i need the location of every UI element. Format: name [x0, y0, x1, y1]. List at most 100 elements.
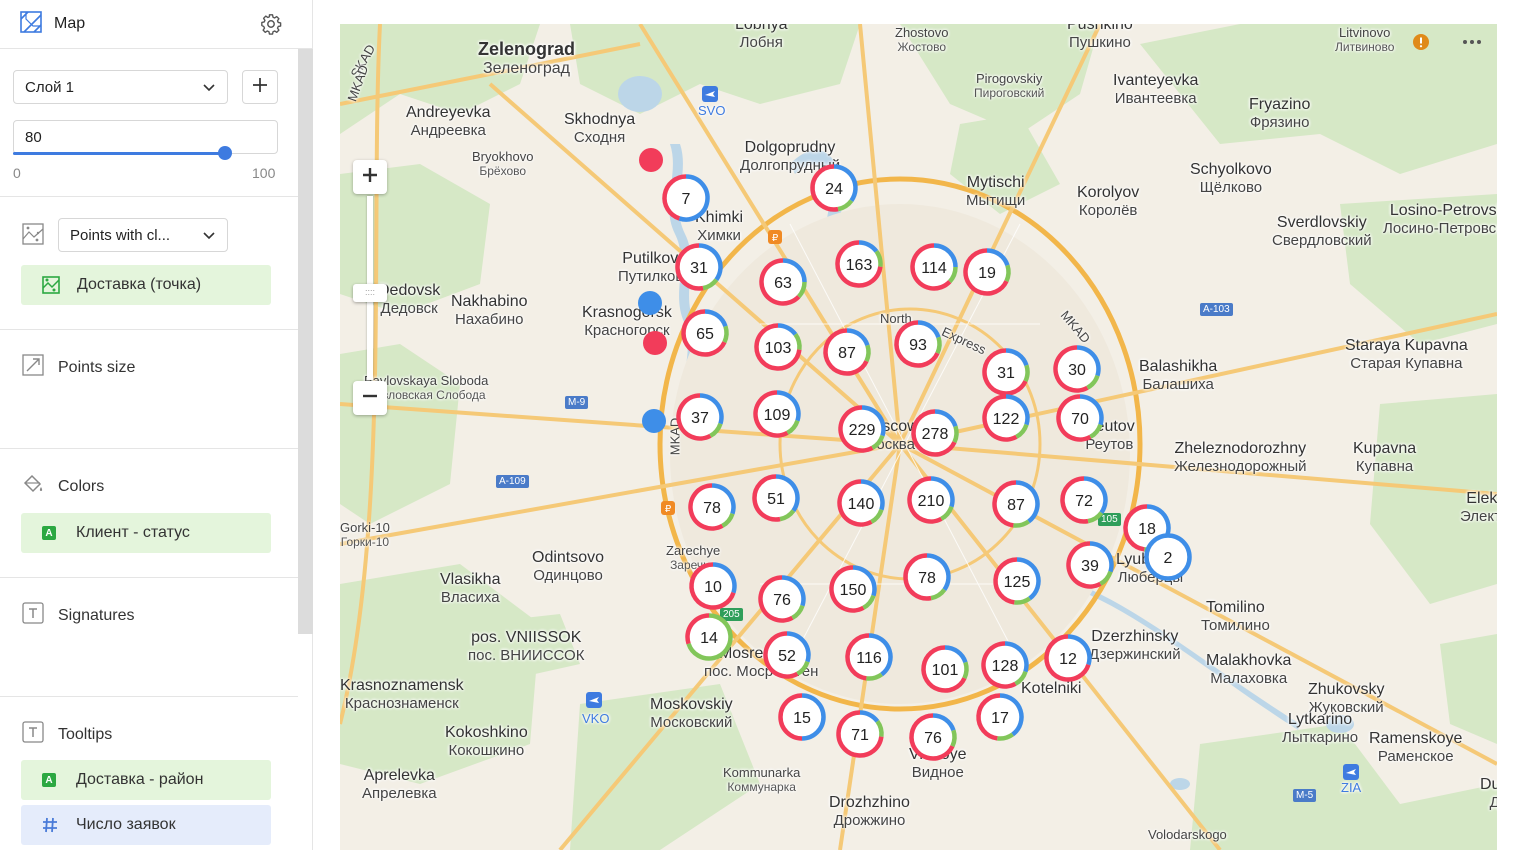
viz-type-value: Points with cl... [70, 226, 171, 244]
cluster-marker[interactable]: 24 [810, 164, 858, 212]
cluster-marker[interactable]: 116 [845, 633, 893, 681]
cluster-count: 31 [997, 365, 1015, 382]
cluster-marker[interactable]: 278 [911, 409, 959, 457]
sidebar: Map Слой 1 80 0 100 Points with cl... До… [0, 0, 313, 850]
tooltip-field-chip-district[interactable]: A Доставка - район [21, 760, 271, 800]
cluster-count: 39 [1081, 558, 1099, 575]
cluster-marker[interactable]: 210 [907, 476, 955, 524]
cluster-count: 17 [991, 710, 1009, 727]
cluster-count: 128 [992, 658, 1019, 675]
cluster-marker[interactable]: 76 [758, 575, 806, 623]
paint-bucket-icon [22, 473, 58, 500]
cluster-marker[interactable]: 37 [676, 393, 724, 441]
sidebar-scrollbar[interactable] [298, 49, 313, 634]
cluster-layer: 7243163163 114 1965103 87 9331 3037 109229 2781… [638, 148, 1192, 761]
cluster-marker[interactable]: 19 [963, 248, 1011, 296]
cluster-marker[interactable]: 70 [1056, 394, 1104, 442]
cluster-marker[interactable]: 63 [759, 258, 807, 306]
cluster-marker[interactable]: 87 [823, 328, 871, 376]
layer-select[interactable]: Слой 1 [13, 70, 228, 104]
geopoint-field-icon [42, 276, 60, 294]
colors-field-chip[interactable]: A Клиент - статус [21, 513, 271, 553]
zoom-out-button[interactable] [353, 381, 387, 415]
plus-icon [252, 77, 268, 98]
cluster-count: 116 [856, 650, 882, 667]
cluster-count: 114 [921, 260, 947, 277]
cluster-marker[interactable]: 65 [681, 309, 729, 357]
single-point-marker[interactable] [639, 148, 663, 172]
cluster-marker[interactable]: 52 [763, 631, 811, 679]
more-options-icon[interactable] [1461, 34, 1483, 52]
colors-header: Colors [22, 473, 104, 500]
cluster-count: 72 [1075, 493, 1093, 510]
cluster-marker[interactable]: 229 [838, 405, 886, 453]
cluster-marker[interactable]: 78 [903, 553, 951, 601]
cluster-marker[interactable]: 14 [685, 613, 733, 661]
cluster-count: 15 [793, 710, 811, 727]
cluster-count: 78 [703, 500, 721, 517]
cluster-marker[interactable]: 87 [992, 480, 1040, 528]
viz-type-select[interactable]: Points with cl... [58, 218, 228, 252]
cluster-count: 70 [1071, 411, 1089, 428]
opacity-max-label: 100 [252, 165, 276, 181]
cluster-marker[interactable]: 109 [753, 390, 801, 438]
cluster-marker[interactable]: 78 [688, 483, 736, 531]
cluster-count: 14 [700, 630, 718, 647]
cluster-marker[interactable]: 93 [894, 320, 942, 368]
opacity-slider-knob[interactable] [218, 146, 233, 160]
cluster-marker[interactable]: 12 [1044, 634, 1092, 682]
gear-icon[interactable] [260, 13, 282, 40]
chevron-down-icon [202, 80, 216, 98]
cluster-marker[interactable]: 114 [910, 243, 958, 291]
tooltip-field-label: Доставка - район [76, 771, 204, 788]
geo-field-chip[interactable]: Доставка (точка) [21, 265, 271, 305]
add-layer-button[interactable] [242, 70, 278, 104]
layer-section: Слой 1 80 0 100 [0, 49, 298, 197]
cluster-marker[interactable]: 2 [1144, 533, 1192, 581]
cluster-marker[interactable]: 101 [921, 645, 969, 693]
cluster-count: 229 [849, 422, 876, 439]
cluster-count: 76 [924, 730, 942, 747]
cluster-marker[interactable]: 15 [778, 693, 826, 741]
cluster-count: 19 [978, 265, 996, 282]
colors-field-label: Клиент - статус [76, 524, 190, 541]
text-type-icon: A [42, 773, 56, 787]
zoom-in-button[interactable] [353, 160, 387, 194]
cluster-marker[interactable]: 72 [1060, 476, 1108, 524]
tooltip-field-chip-count[interactable]: Число заявок [21, 805, 271, 845]
single-point-marker[interactable] [642, 409, 666, 433]
cluster-count: 122 [993, 411, 1020, 428]
cluster-marker[interactable]: 17 [976, 693, 1024, 741]
warning-icon[interactable] [1413, 34, 1429, 55]
cluster-marker[interactable]: 103 [754, 323, 802, 371]
cluster-marker[interactable]: 125 [993, 557, 1041, 605]
map-canvas[interactable]: Zelenograd Зеленоград Lobnya Лобня Zhostovo Ж… [340, 24, 1497, 850]
opacity-min-label: 0 [13, 165, 21, 181]
cluster-count: 65 [696, 326, 714, 343]
opacity-input[interactable]: 80 [13, 120, 278, 154]
cluster-marker[interactable]: 30 [1053, 345, 1101, 393]
cluster-marker[interactable]: 31 [982, 348, 1030, 396]
cluster-marker[interactable]: 31 [675, 243, 723, 291]
cluster-marker[interactable]: 122 [982, 394, 1030, 442]
cluster-marker[interactable]: 76 [909, 713, 957, 761]
cluster-marker[interactable]: 71 [836, 710, 884, 758]
cluster-marker[interactable]: 128 [981, 641, 1029, 689]
colors-label: Colors [58, 477, 105, 495]
zoom-handle[interactable]: :::: [353, 284, 387, 302]
sidebar-header: Map [0, 0, 312, 49]
cluster-marker[interactable]: 39 [1066, 541, 1114, 589]
cluster-marker[interactable]: 150 [829, 565, 877, 613]
cluster-marker[interactable]: 163 [835, 240, 883, 288]
geo-section: Points with cl... Доставка (точка) [0, 197, 298, 330]
cluster-count: 37 [691, 410, 709, 427]
cluster-marker[interactable]: 51 [752, 474, 800, 522]
cluster-marker[interactable]: 140 [837, 479, 885, 527]
cluster-count: 163 [846, 257, 873, 274]
cluster-marker[interactable]: 10 [689, 562, 737, 610]
cluster-marker[interactable]: 7 [662, 174, 710, 222]
cluster-count: 24 [825, 181, 843, 198]
single-point-marker[interactable] [638, 291, 662, 315]
single-point-marker[interactable] [643, 331, 667, 355]
cluster-count: 78 [918, 570, 936, 587]
